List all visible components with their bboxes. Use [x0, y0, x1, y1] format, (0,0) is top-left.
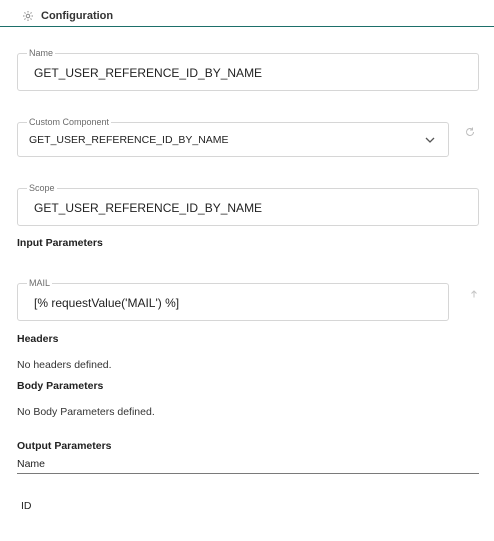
body-parameters-heading: Body Parameters	[17, 380, 104, 392]
mail-parameter-label: MAIL	[27, 277, 53, 289]
column-header-name: Name	[17, 458, 46, 470]
output-param-id: ID	[21, 500, 32, 512]
chevron-down-icon[interactable]	[424, 134, 436, 146]
headers-heading: Headers	[17, 333, 59, 345]
page-title: Configuration	[41, 10, 114, 22]
headers-empty-text: No headers defined.	[17, 359, 112, 371]
custom-component-value: GET_USER_REFERENCE_ID_BY_NAME	[29, 134, 229, 146]
custom-component-select[interactable]: Custom Component GET_USER_REFERENCE_ID_B…	[17, 116, 449, 157]
config-header: Configuration	[0, 0, 494, 27]
scope-field-label: Scope	[27, 182, 57, 194]
mail-parameter-field[interactable]: MAIL [% requestValue('MAIL') %]	[17, 277, 449, 321]
name-field-label: Name	[27, 47, 56, 59]
name-field[interactable]: Name GET_USER_REFERENCE_ID_BY_NAME	[17, 47, 479, 91]
body-parameters-empty-text: No Body Parameters defined.	[17, 406, 155, 418]
scope-field[interactable]: Scope GET_USER_REFERENCE_ID_BY_NAME	[17, 182, 479, 226]
output-table-header: Name	[17, 458, 479, 474]
output-parameters-heading: Output Parameters	[17, 440, 112, 452]
table-row[interactable]: ID	[17, 498, 479, 516]
mail-parameter-value: [% requestValue('MAIL') %]	[34, 296, 180, 310]
upload-icon[interactable]	[468, 288, 480, 300]
name-field-value: GET_USER_REFERENCE_ID_BY_NAME	[34, 66, 263, 80]
scope-field-value: GET_USER_REFERENCE_ID_BY_NAME	[34, 201, 263, 215]
gear-icon	[23, 11, 33, 21]
input-parameters-heading: Input Parameters	[17, 237, 103, 249]
custom-component-label: Custom Component	[27, 116, 112, 128]
refresh-icon[interactable]	[464, 126, 476, 138]
